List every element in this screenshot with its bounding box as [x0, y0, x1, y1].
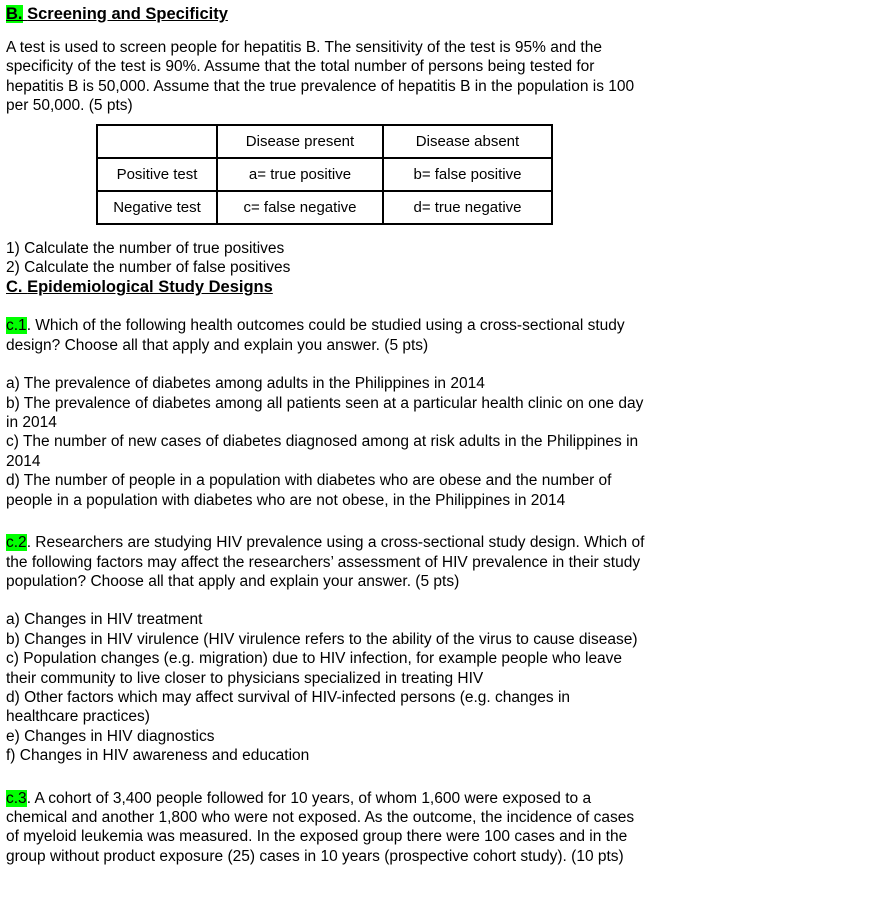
table-row: Positive test a= true positive b= false …	[96, 156, 553, 192]
option-item: b) The prevalence of diabetes among all …	[6, 394, 644, 432]
option-item: a) The prevalence of diabetes among adul…	[6, 375, 485, 393]
table-cell-false-negative: c= false negative	[216, 189, 384, 225]
option-item: a) Changes in HIV treatment	[6, 611, 203, 629]
table-col-header-disease-absent: Disease absent	[382, 123, 553, 159]
option-item: b) Changes in HIV virulence (HIV virulen…	[6, 630, 638, 648]
option-item: d) Other factors which may affect surviv…	[6, 688, 571, 726]
table-header-row: Disease present Disease absent	[96, 123, 553, 159]
question-c1-options: a) The prevalence of diabetes among adul…	[6, 374, 646, 510]
document-content: B. Screening and Specificity A test is u…	[0, 0, 896, 866]
question-c3-text: . A cohort of 3,400 people followed for …	[6, 789, 635, 865]
table-cell-false-positive: b= false positive	[382, 156, 553, 192]
question-c1-text: . Which of the following health outcomes…	[6, 317, 625, 354]
contingency-table-wrapper: Disease present Disease absent Positive …	[96, 123, 888, 225]
section-c-title: Epidemiological Study Designs	[27, 278, 273, 297]
task-item-2: 2) Calculate the number of false positiv…	[6, 259, 291, 277]
question-c2-number: c.2	[6, 534, 27, 552]
contingency-table: Disease present Disease absent Positive …	[96, 123, 553, 225]
question-c3: c.3. A cohort of 3,400 people followed f…	[6, 789, 646, 867]
table-row-header-negative-test: Negative test	[96, 189, 218, 225]
question-c2-text: . Researchers are studying HIV prevalenc…	[6, 534, 645, 590]
option-item: e) Changes in HIV diagnostics	[6, 727, 215, 745]
table-row: Negative test c= false negative d= true …	[96, 189, 553, 225]
section-c-heading: C. Epidemiological Study Designs	[6, 277, 888, 297]
question-c1: c.1. Which of the following health outco…	[6, 316, 646, 355]
question-c2-options: a) Changes in HIV treatment b) Changes i…	[6, 610, 646, 765]
section-b-label: B.	[6, 5, 23, 23]
option-item: c) Population changes (e.g. migration) d…	[6, 650, 623, 687]
option-item: f) Changes in HIV awareness and educatio…	[6, 747, 310, 765]
task-item-1: 1) Calculate the number of true positive…	[6, 239, 285, 257]
section-b-tasks: 1) Calculate the number of true positive…	[6, 239, 646, 278]
option-item: c) The number of new cases of diabetes d…	[6, 433, 639, 470]
table-cell-true-positive: a= true positive	[216, 156, 384, 192]
question-c3-number: c.3	[6, 789, 27, 807]
table-corner-cell	[96, 123, 218, 159]
table-col-header-disease-present: Disease present	[216, 123, 384, 159]
document-page: B. Screening and Specificity A test is u…	[0, 0, 896, 924]
section-b-heading: B. Screening and Specificity	[6, 4, 888, 24]
question-c2: c.2. Researchers are studying HIV preval…	[6, 533, 646, 591]
section-b-title-text: Screening and Specificity	[27, 5, 228, 23]
section-b-intro: A test is used to screen people for hepa…	[6, 39, 635, 115]
table-row-header-positive-test: Positive test	[96, 156, 218, 192]
table-cell-true-negative: d= true negative	[382, 189, 553, 225]
question-c1-number: c.1	[6, 317, 27, 335]
option-item: d) The number of people in a population …	[6, 472, 612, 509]
section-c-label: C.	[6, 278, 23, 297]
